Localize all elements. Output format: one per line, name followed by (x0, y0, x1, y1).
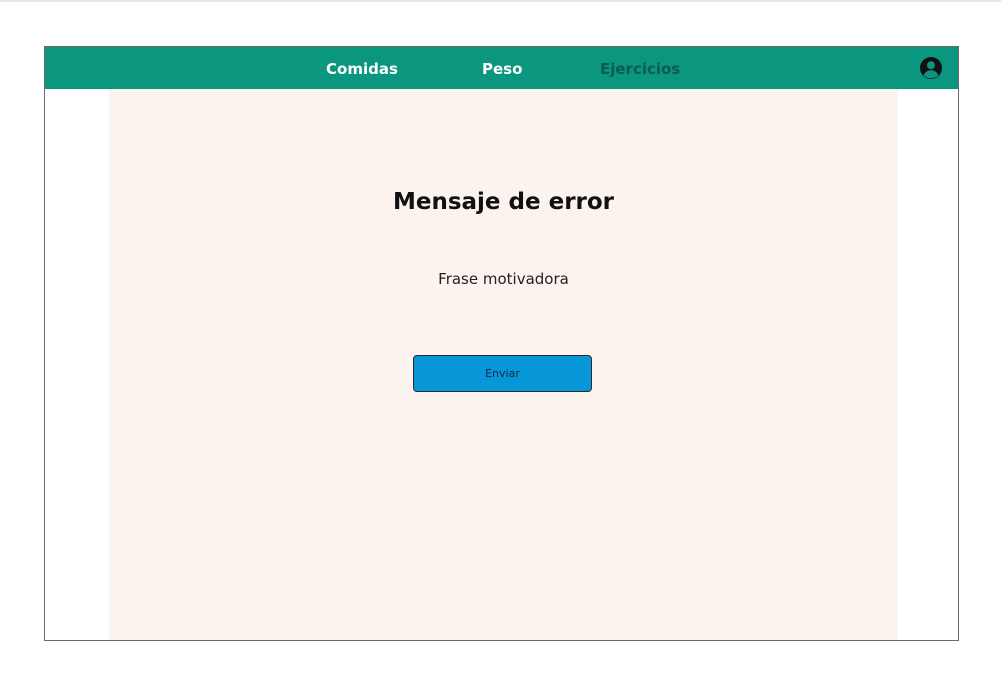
send-button[interactable]: Enviar (413, 355, 592, 392)
nav-item-peso[interactable]: Peso (482, 59, 522, 79)
user-circle-icon[interactable] (919, 56, 943, 80)
motivational-phrase: Frase motivadora (438, 270, 569, 288)
error-message-title: Mensaje de error (392, 189, 615, 215)
top-divider (0, 0, 1001, 2)
nav-item-comidas[interactable]: Comidas (326, 59, 398, 79)
top-navbar: Comidas Peso Ejercicios (45, 47, 958, 89)
nav-item-ejercicios[interactable]: Ejercicios (600, 59, 680, 79)
main-content-panel: Mensaje de error Frase motivadora Enviar (109, 89, 898, 640)
app-window: Comidas Peso Ejercicios Mensaje de error… (44, 46, 959, 641)
